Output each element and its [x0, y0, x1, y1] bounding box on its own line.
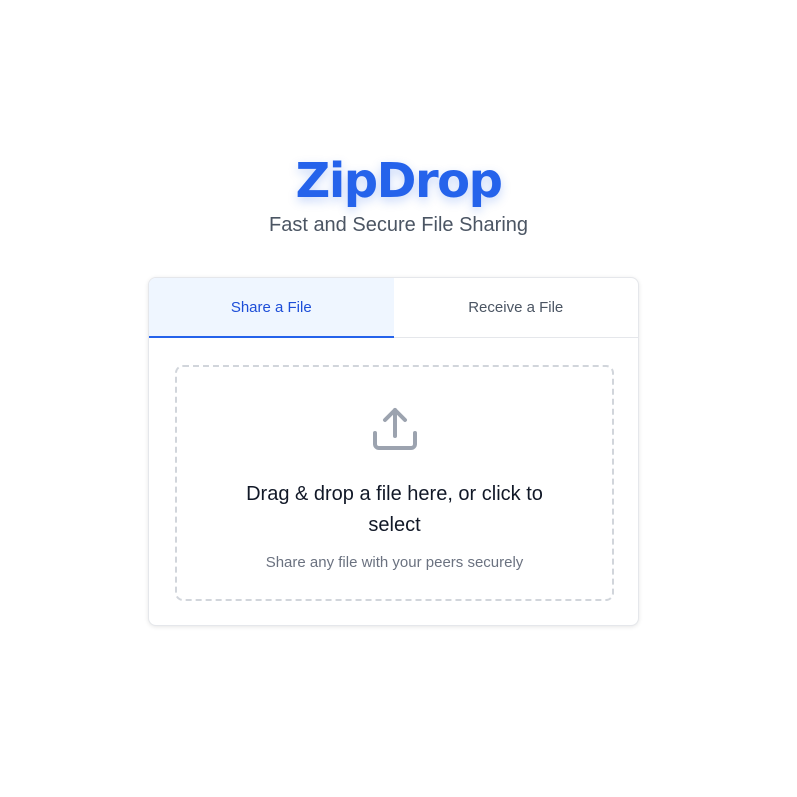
tab-share-file[interactable]: Share a File: [149, 278, 394, 338]
page: ZipDrop Fast and Secure File Sharing Sha…: [0, 0, 797, 797]
dropzone-title: Drag & drop a file here, or click to sel…: [246, 483, 543, 536]
upload-icon: [372, 408, 417, 450]
app-tagline: Fast and Secure File Sharing: [268, 214, 529, 236]
app-header: ZipDrop Fast and Secure File Sharing: [0, 150, 797, 238]
app-logo-title: ZipDrop: [295, 153, 503, 209]
file-dropzone[interactable]: Drag & drop a file here, or click to sel…: [175, 365, 614, 601]
tab-receive-file[interactable]: Receive a File: [394, 278, 639, 337]
file-card: Share a File Receive a File Drag & drop …: [148, 277, 639, 626]
tab-bar: Share a File Receive a File: [149, 278, 638, 338]
dropzone-subtitle: Share any file with your peers securely: [265, 554, 524, 571]
